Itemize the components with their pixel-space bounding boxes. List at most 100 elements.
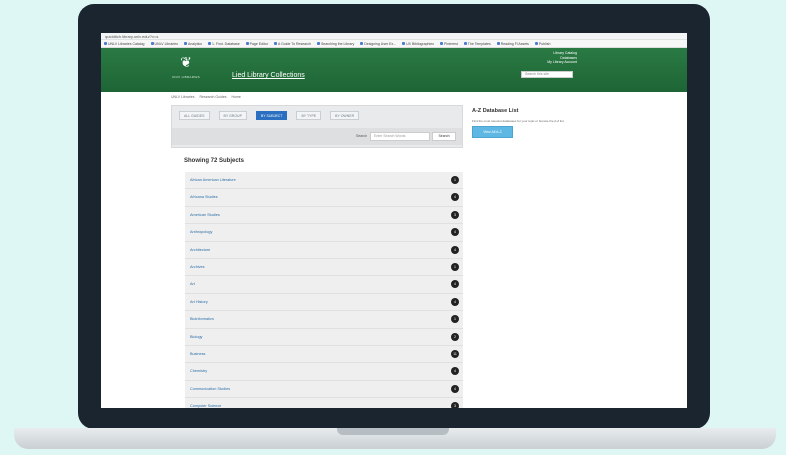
az-title: A-Z Database List <box>472 108 519 114</box>
subject-link[interactable]: Business <box>190 352 205 356</box>
bookmark-icon <box>184 42 187 45</box>
subject-count-badge: 4 <box>451 193 459 202</box>
bookmark-item[interactable]: 1. Find. Database <box>208 42 240 46</box>
bookmark-item[interactable]: UNLV Libraries <box>150 42 178 46</box>
filter-tabs: ALL GUIDES BY GROUP BY SUBJECT BY TYPE B… <box>179 111 360 120</box>
search-button[interactable]: Search <box>432 132 456 141</box>
subject-link[interactable]: Chemistry <box>190 369 207 373</box>
tab-by-subject[interactable]: BY SUBJECT <box>255 111 288 120</box>
subject-row[interactable]: Bioinformatics 1 <box>185 311 463 329</box>
breadcrumb-item[interactable]: UNLV Libraries <box>171 95 194 99</box>
tab-all-guides[interactable]: ALL GUIDES <box>179 111 210 120</box>
bookmark-item[interactable]: UNLV Libraries Catalog <box>104 42 145 46</box>
bookmark-item[interactable]: Page Editor <box>245 42 268 46</box>
bookmark-label: A Guide To Research <box>277 41 311 46</box>
site-search-input[interactable]: Search this site <box>521 71 573 78</box>
subject-link[interactable]: Computer Science <box>190 404 221 408</box>
bookmark-icon <box>402 42 406 45</box>
subject-row[interactable]: Communication Studies 4 <box>185 380 463 399</box>
bookmark-icon <box>208 42 212 45</box>
subject-count-badge: 1 <box>451 262 459 271</box>
subject-count-badge: 4 <box>451 367 459 376</box>
subject-row[interactable]: Art History 4 <box>185 293 463 312</box>
bookmark-icon <box>316 42 320 45</box>
tab-by-owner[interactable]: BY OWNER <box>330 111 360 120</box>
tab-by-type[interactable]: BY TYPE <box>296 111 322 120</box>
subject-row[interactable]: Archives 1 <box>185 258 463 277</box>
bookmark-label: Analytics <box>188 41 203 46</box>
laptop-screen: quidditch.library.unlv.edu/?v=s UNLV Lib… <box>101 33 687 408</box>
view-az-button[interactable]: View All A-Z <box>472 126 513 138</box>
subject-row[interactable]: Chemistry 4 <box>185 363 463 381</box>
bookmark-icon <box>496 42 500 45</box>
subject-count-badge: 4 <box>451 384 459 393</box>
subject-link[interactable]: Art History <box>190 300 208 304</box>
subject-link[interactable]: Anthropology <box>190 230 212 234</box>
subject-row[interactable]: Biology 2 <box>185 328 463 346</box>
header-link-account[interactable]: My Library Account <box>547 60 577 65</box>
subject-row[interactable]: Business 11 <box>185 345 463 364</box>
subject-count-badge: 4 <box>451 297 459 306</box>
bookmark-item[interactable]: Reading Fl Assets <box>496 42 529 46</box>
breadcrumb-item: Home <box>231 95 241 99</box>
bookmark-item[interactable]: UX Bibliographies <box>402 42 434 46</box>
breadcrumb: UNLV Libraries Research Guides Home <box>171 95 245 99</box>
subject-link[interactable]: Bioinformatics <box>190 317 214 321</box>
subject-row[interactable]: Computer Science 3 <box>185 398 463 408</box>
bookmark-item[interactable]: A Guide To Research <box>273 41 311 46</box>
site-title-link[interactable]: Lied Library Collections <box>232 72 305 79</box>
subject-count-badge: 3 <box>451 402 459 408</box>
subject-row[interactable]: Art 4 <box>185 276 463 294</box>
subject-link[interactable]: Architecture <box>190 248 210 252</box>
subject-count-badge: 1 <box>451 176 459 184</box>
tab-by-group[interactable]: BY GROUP <box>218 111 247 120</box>
subject-count-badge: 4 <box>451 245 459 254</box>
bookmark-item[interactable]: Pinterest <box>439 41 458 46</box>
bookmark-icon <box>439 42 443 45</box>
bookmark-label: UX Bibliographies <box>406 41 434 46</box>
bookmark-label: Pinterest <box>443 41 458 46</box>
search-label: Search <box>356 134 368 138</box>
subject-row[interactable]: Africana Studies 4 <box>185 189 463 207</box>
subjects-heading: Showing 72 Subjects <box>184 158 245 164</box>
bookmarks-bar: UNLV Libraries Catalog UNLV Libraries Anal… <box>101 40 687 48</box>
bookmark-label: 1. Find. Database <box>212 41 240 46</box>
site-logo[interactable]: ❦ UNIV LIBRARIES <box>171 53 201 87</box>
subject-row[interactable]: African American Literature 1 <box>185 172 463 190</box>
subject-row[interactable]: Architecture 4 <box>185 241 463 259</box>
breadcrumb-item[interactable]: Research Guides <box>199 95 226 99</box>
subject-link[interactable]: Africana Studies <box>190 195 218 199</box>
subject-link[interactable]: Communication Studies <box>190 387 230 391</box>
bookmark-label: Searching the Library <box>320 41 355 46</box>
bookmark-icon <box>273 42 277 45</box>
bookmark-item[interactable]: Publish <box>534 41 551 46</box>
bookmark-label: Publish <box>538 41 551 46</box>
subject-row[interactable]: American Studies 3 <box>185 206 463 225</box>
bookmark-item[interactable]: Designing User Ex... <box>360 42 396 46</box>
subject-link[interactable]: American Studies <box>190 213 220 217</box>
bookmark-icon <box>150 42 154 45</box>
subject-count-badge: 4 <box>451 228 459 237</box>
bookmark-item[interactable]: Searching the Library <box>316 41 355 46</box>
bookmark-label: UNLV Libraries Catalog <box>108 41 145 46</box>
guide-search-row: Search Enter Search Words Search <box>172 128 462 145</box>
address-bar[interactable]: quidditch.library.unlv.edu/?v=s <box>101 33 687 40</box>
guide-filter-panel: ALL GUIDES BY GROUP BY SUBJECT BY TYPE B… <box>171 105 463 148</box>
subject-link[interactable]: Biology <box>190 335 202 339</box>
laptop-notch <box>337 428 449 435</box>
guide-search-input[interactable]: Enter Search Words <box>370 132 430 141</box>
bookmark-label: Designing User Ex... <box>364 41 397 46</box>
bookmark-item[interactable]: The Templates <box>463 42 491 46</box>
subject-row[interactable]: Anthropology 4 <box>185 224 463 242</box>
subject-link[interactable]: Art <box>190 282 195 286</box>
az-description: Find the most relevant databases for you… <box>472 119 565 123</box>
bookmark-item[interactable]: Analytics <box>184 42 202 46</box>
subject-count-badge: 11 <box>451 349 459 358</box>
bookmark-icon <box>104 42 107 45</box>
subject-link[interactable]: Archives <box>190 265 205 269</box>
subject-link[interactable]: African American Literature <box>190 178 236 182</box>
subject-count-badge: 4 <box>451 280 459 289</box>
header-links: Library Catalog Databases My Library Acc… <box>547 51 577 65</box>
subject-count-badge: 3 <box>451 210 459 219</box>
bookmark-icon <box>360 42 364 45</box>
